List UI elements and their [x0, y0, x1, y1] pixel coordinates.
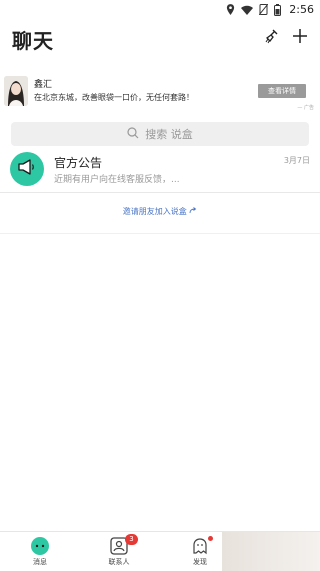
invite-friends-link[interactable]: 邀请朋友加入说盒: [0, 206, 320, 217]
search-placeholder: 搜索 说盒: [145, 128, 193, 141]
status-icons: 2:56: [226, 3, 314, 16]
discover-dot: [208, 536, 213, 541]
ad-avatar: [4, 76, 28, 106]
contacts-badge: 3: [125, 534, 138, 545]
chat-title: 官方公告: [54, 156, 103, 170]
chat-bubble-icon: [30, 536, 50, 556]
corner-blur: [222, 532, 320, 571]
invite-area: 邀请朋友加入说盒: [0, 193, 320, 234]
search-bar[interactable]: 搜索 说盒: [11, 122, 309, 146]
add-button[interactable]: [290, 28, 310, 48]
nav-contacts[interactable]: 3 联系人: [89, 532, 149, 571]
battery-icon: [274, 3, 282, 16]
ad-tag: — 广告: [297, 104, 314, 111]
nav-discover[interactable]: 发现: [170, 532, 230, 571]
status-time: 2:56: [289, 3, 314, 16]
ad-view-details-button[interactable]: 查看详情: [258, 84, 306, 98]
wifi-icon: [241, 5, 254, 15]
megaphone-icon: [17, 158, 37, 180]
page-title: 聊天: [12, 29, 54, 53]
nav-discover-label: 发现: [193, 558, 207, 566]
bottom-nav: 消息 3 联系人 发现: [0, 531, 320, 571]
ad-banner[interactable]: 鑫汇 在北京东城，改善眼袋一口价，无任何套路！ 查看详情 — 广告: [0, 72, 320, 116]
location-icon: [226, 4, 235, 15]
header: 聊天: [0, 18, 320, 60]
ad-close-icon[interactable]: —: [297, 105, 304, 111]
status-bar: 2:56: [0, 0, 320, 18]
ad-text: 在北京东城，改善眼袋一口价，无任何套路！: [34, 93, 194, 102]
broom-icon: [264, 28, 280, 48]
clear-unread-button[interactable]: [262, 28, 282, 48]
no-sim-icon: [259, 4, 269, 15]
search-icon: [127, 126, 139, 142]
ad-tag-label: 广告: [303, 105, 314, 111]
invite-text: 邀请朋友加入说盒: [122, 207, 187, 216]
ad-name: 鑫汇: [34, 80, 53, 90]
share-arrow-icon: [189, 207, 197, 216]
nav-messages-label: 消息: [33, 558, 47, 566]
chat-preview: 近期有用户向在线客服反馈，...: [54, 175, 180, 185]
chat-item-official-announcement[interactable]: 官方公告 近期有用户向在线客服反馈，... 3月7日: [0, 148, 320, 193]
nav-messages[interactable]: 消息: [10, 532, 70, 571]
chat-avatar: [10, 152, 44, 186]
plus-icon: [292, 28, 308, 48]
chat-time: 3月7日: [283, 156, 310, 165]
nav-contacts-label: 联系人: [108, 558, 130, 566]
ghost-icon: [190, 536, 210, 556]
